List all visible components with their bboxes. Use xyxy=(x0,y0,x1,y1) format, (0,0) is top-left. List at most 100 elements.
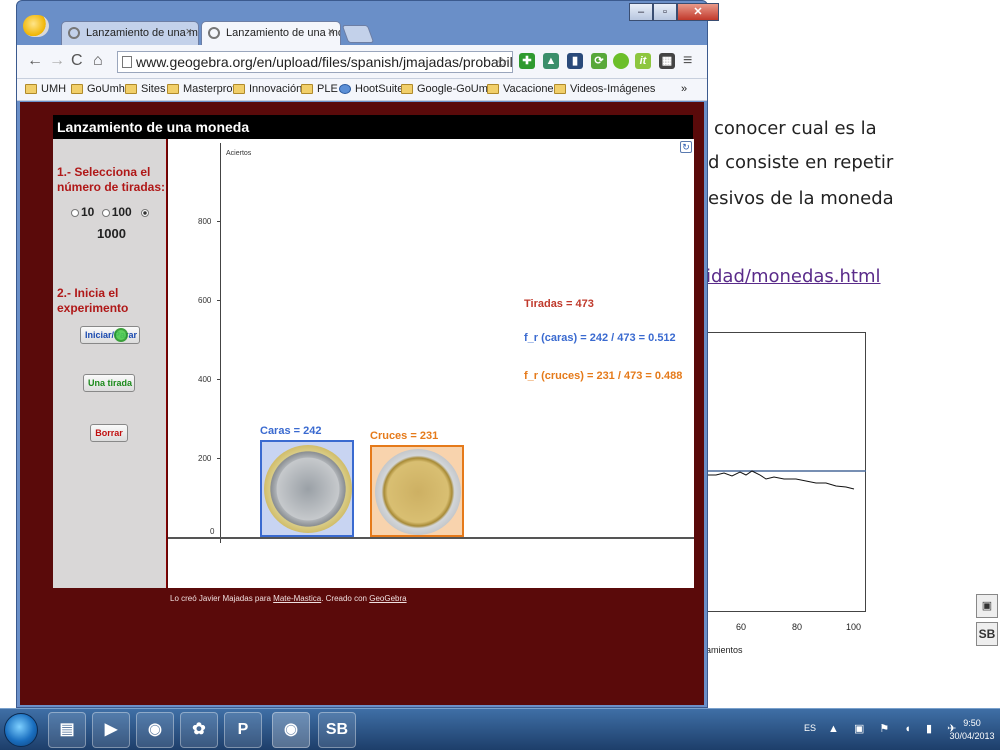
tab-close-icon[interactable]: × xyxy=(328,26,334,38)
hootsuite-icon xyxy=(339,84,351,94)
doc-line: conocer cual es la xyxy=(714,118,877,139)
button-label: Iniciar/Parar xyxy=(85,330,138,340)
credit-link[interactable]: Mate-Mastica xyxy=(273,594,321,603)
credit-text: . Creado con xyxy=(321,594,370,603)
page-content: Lanzamiento de una moneda 1.- Selecciona… xyxy=(20,102,704,705)
extension-icon[interactable]: ▦ xyxy=(659,53,675,69)
page-icon xyxy=(68,27,80,39)
extension-icon[interactable] xyxy=(613,53,629,69)
language-indicator[interactable]: ES xyxy=(804,723,816,733)
y-tick: 200 xyxy=(198,454,212,463)
powerpoint-icon[interactable]: P xyxy=(224,712,262,748)
clock[interactable]: 9:50 30/04/2013 xyxy=(948,717,996,743)
explorer-icon[interactable]: ▤ xyxy=(48,712,86,748)
folder-icon xyxy=(25,84,37,94)
tab-close-icon[interactable]: × xyxy=(186,26,192,38)
side-widget[interactable]: ▣ SB xyxy=(976,594,1000,654)
folder-icon xyxy=(233,84,245,94)
freq-caras: f_r (caras) = 242 / 473 = 0.512 xyxy=(524,332,676,344)
back-icon[interactable]: ← xyxy=(27,52,43,70)
forward-icon[interactable]: → xyxy=(49,52,65,70)
bookmark-label: GoUmh xyxy=(87,83,125,95)
bookmark-folder[interactable]: Innovación xyxy=(233,83,302,95)
doc-link[interactable]: idad/monedas.html xyxy=(706,266,881,287)
start-stop-button[interactable]: Iniciar/Parar xyxy=(80,326,140,344)
y-tick-mark xyxy=(217,458,221,459)
cursor-highlight-icon xyxy=(114,328,128,342)
bookmarks-overflow[interactable]: » xyxy=(681,83,687,95)
bookmarks-bar: UMH GoUmh Sites Masterprof Innovación PL… xyxy=(17,79,707,101)
bookmark-label: HootSuite xyxy=(355,83,404,95)
media-player-icon[interactable]: ▶ xyxy=(92,712,130,748)
bookmark-folder[interactable]: UMH xyxy=(25,83,66,95)
bookmark-label: Videos-Imágenes xyxy=(570,83,656,95)
extension-icon[interactable]: it xyxy=(635,53,651,69)
background-plot xyxy=(706,332,866,612)
tab-inactive[interactable]: Lanzamiento de una mon × xyxy=(61,21,199,46)
cruces-label: Cruces = 231 xyxy=(370,430,439,442)
url-text: www.geogebra.org/en/upload/files/spanish… xyxy=(136,54,513,70)
y-tick-mark xyxy=(217,221,221,222)
bookmark-folder[interactable]: Masterprof xyxy=(167,83,236,95)
clear-button[interactable]: Borrar xyxy=(90,424,128,442)
radio-10[interactable] xyxy=(71,208,79,217)
step1-label: 1.- Selecciona el número de tiradas: xyxy=(57,165,166,194)
side-widget-sb[interactable]: SB xyxy=(976,622,998,646)
menu-icon[interactable]: ≡ xyxy=(683,52,692,70)
extension-icon[interactable]: ▲ xyxy=(543,53,559,69)
extension-icon[interactable]: ⟳ xyxy=(591,53,607,69)
radio-label: 10 xyxy=(81,205,95,219)
radio-1000[interactable] xyxy=(141,208,150,217)
bookmark-label: Sites xyxy=(141,83,166,95)
page-icon xyxy=(122,56,132,68)
extension-icon[interactable]: ▮ xyxy=(567,53,583,69)
start-button[interactable] xyxy=(4,713,38,747)
credit-line: Lo creó Javier Majadas para Mate-Mastica… xyxy=(170,594,407,603)
bg-tick: 80 xyxy=(792,622,803,632)
chrome-icon[interactable]: ◉ xyxy=(136,712,174,748)
bookmark-label: Innovación xyxy=(249,83,303,95)
new-tab-button[interactable] xyxy=(341,25,375,43)
tray-icons[interactable]: ▲ ▣ ⚑ ◖ ▮ ✈ xyxy=(828,722,962,735)
control-panel: 1.- Selecciona el número de tiradas: 10 … xyxy=(53,139,167,588)
bookmark-label: PLE xyxy=(317,83,338,95)
refresh-icon[interactable]: ↻ xyxy=(680,141,692,153)
sb-app-icon[interactable]: SB xyxy=(318,712,356,748)
app-icon[interactable]: ✿ xyxy=(180,712,218,748)
bookmark-item[interactable]: HootSuite xyxy=(339,83,403,95)
folder-icon xyxy=(554,84,566,94)
radio-100[interactable] xyxy=(101,208,110,217)
single-toss-button[interactable]: Una tirada xyxy=(83,374,135,392)
clock-date: 30/04/2013 xyxy=(949,731,995,741)
euro-coin-heads-icon xyxy=(264,445,352,533)
tab-active[interactable]: Lanzamiento de una mone × xyxy=(201,21,341,46)
bg-axis-label: amientos xyxy=(706,645,743,655)
y-tick: 400 xyxy=(198,375,212,384)
minimize-button[interactable]: – xyxy=(629,3,653,21)
y-tick-mark xyxy=(217,379,221,380)
bookmark-folder[interactable]: Videos-Imágenes xyxy=(554,83,655,95)
system-tray: ES ▲ ▣ ⚑ ◖ ▮ ✈ 9:50 30/04/2013 xyxy=(800,715,1000,745)
address-bar[interactable]: www.geogebra.org/en/upload/files/spanish… xyxy=(117,51,513,73)
bookmark-folder[interactable]: Google-GoUmh xyxy=(401,83,494,95)
credit-link[interactable]: GeoGebra xyxy=(369,594,406,603)
extension-icon[interactable]: ✚ xyxy=(519,53,535,69)
bookmark-label: Vacaciones xyxy=(503,83,560,95)
bookmark-folder[interactable]: Sites xyxy=(125,83,165,95)
chrome-active-icon[interactable]: ◉ xyxy=(272,712,310,748)
bookmark-label: Google-GoUmh xyxy=(417,83,495,95)
y-axis xyxy=(220,143,221,543)
close-button[interactable]: ✕ xyxy=(677,3,719,21)
bookmark-folder[interactable]: GoUmh xyxy=(71,83,125,95)
tab-label: Lanzamiento de una mon xyxy=(86,27,199,39)
folder-icon xyxy=(401,84,413,94)
reload-icon[interactable]: C xyxy=(71,52,83,70)
folder-icon xyxy=(71,84,83,94)
side-widget-icon[interactable]: ▣ xyxy=(976,594,998,618)
maximize-button[interactable]: ▫ xyxy=(653,3,677,21)
bookmark-folder[interactable]: Vacaciones xyxy=(487,83,559,95)
bookmark-folder[interactable]: PLE xyxy=(301,83,338,95)
weather-icon xyxy=(23,15,49,37)
bookmark-star-icon[interactable]: ☆ xyxy=(495,52,508,72)
home-icon[interactable]: ⌂ xyxy=(93,52,103,70)
